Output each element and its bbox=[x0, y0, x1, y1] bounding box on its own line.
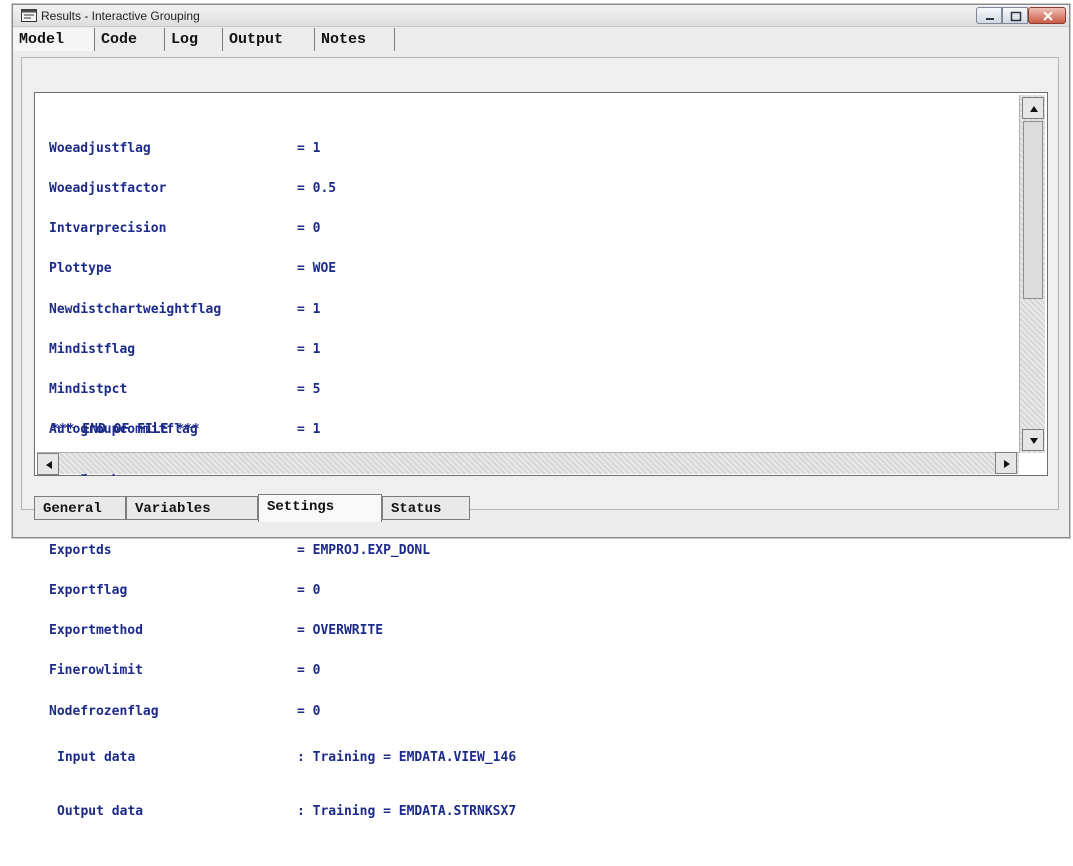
arrow-right-icon bbox=[1004, 460, 1010, 468]
setting-row: Plottype = WOE bbox=[49, 261, 1009, 277]
scroll-left-button[interactable] bbox=[37, 453, 59, 475]
setting-value: = 5 bbox=[297, 382, 321, 398]
scroll-down-button[interactable] bbox=[1022, 429, 1044, 451]
setting-key: Exportmethod bbox=[49, 623, 143, 639]
arrow-up-icon bbox=[1030, 106, 1038, 112]
setting-value: = WOE bbox=[297, 261, 337, 277]
setting-row: Woeadjustflag = 1 bbox=[49, 140, 1009, 156]
setting-key: Woeadjustflag bbox=[49, 140, 151, 156]
setting-row: Newdistchartweightflag = 1 bbox=[49, 301, 1009, 317]
io-value: : Training = EMDATA.STRNKSX7 bbox=[297, 803, 517, 819]
settings-output-area[interactable]: Woeadjustflag = 1 Woeadjustfactor = 0.5 In… bbox=[34, 92, 1048, 818]
tab-log[interactable]: Log bbox=[165, 28, 223, 51]
setting-key: Mindistflag bbox=[49, 341, 136, 357]
tab-code[interactable]: Code bbox=[95, 28, 165, 51]
setting-value: = 1 bbox=[297, 301, 321, 317]
setting-value: = 0 bbox=[297, 703, 321, 719]
setting-key: Exportds bbox=[49, 542, 112, 558]
minimize-icon bbox=[986, 18, 994, 20]
setting-key: Plottype bbox=[49, 261, 112, 277]
close-button[interactable] bbox=[1028, 7, 1066, 24]
setting-row: Mindistflag = 1 bbox=[49, 341, 1009, 357]
setting-row: Exportmethod = OVERWRITE bbox=[49, 623, 1009, 639]
end-of-file-marker: *** END OF FILE *** bbox=[51, 422, 200, 437]
tab-settings[interactable]: Settings bbox=[258, 494, 382, 522]
tab-variables[interactable]: Variables bbox=[126, 496, 258, 520]
horizontal-scrollbar[interactable] bbox=[37, 452, 1019, 475]
arrow-down-icon bbox=[1030, 438, 1038, 444]
setting-value: = 1 bbox=[297, 422, 321, 438]
setting-value: = 0 bbox=[297, 583, 321, 599]
io-value: : Training = EMDATA.VIEW_146 bbox=[297, 749, 517, 765]
io-key: Output data bbox=[57, 803, 144, 819]
close-icon bbox=[1043, 11, 1053, 21]
tab-notes[interactable]: Notes bbox=[315, 28, 395, 51]
setting-key: Mindistpct bbox=[49, 382, 128, 398]
setting-key: Woeadjustfactor bbox=[49, 181, 167, 197]
arrow-left-icon bbox=[46, 461, 52, 469]
title-bar[interactable]: Results - Interactive Grouping bbox=[13, 5, 1069, 27]
setting-value: = 0 bbox=[297, 221, 321, 237]
setting-row: Exportds = EMPROJ.EXP_DONL bbox=[49, 542, 1009, 558]
tab-model[interactable]: Model bbox=[13, 28, 95, 51]
app-icon bbox=[21, 9, 37, 22]
setting-value: = 1 bbox=[297, 341, 321, 357]
setting-value: = 1 bbox=[297, 140, 321, 156]
setting-row: Finerowlimit = 0 bbox=[49, 663, 1009, 679]
scroll-up-button[interactable] bbox=[1022, 97, 1044, 119]
tab-status[interactable]: Status bbox=[382, 496, 470, 520]
setting-key: Exportflag bbox=[49, 583, 128, 599]
io-row: Input data : Training = EMDATA.VIEW_146 bbox=[49, 745, 1009, 772]
setting-value: = EMPROJ.EXP_DONL bbox=[297, 542, 431, 558]
setting-key: Intvarprecision bbox=[49, 221, 167, 237]
vertical-scrollbar[interactable] bbox=[1019, 95, 1045, 453]
tab-general[interactable]: General bbox=[34, 496, 126, 520]
window-title: Results - Interactive Grouping bbox=[41, 9, 200, 23]
setting-row: Intvarprecision = 0 bbox=[49, 221, 1009, 237]
setting-value: = 0.5 bbox=[297, 181, 337, 197]
setting-row: Nodefrozenflag = 0 bbox=[49, 703, 1009, 719]
setting-value: = OVERWRITE bbox=[297, 623, 384, 639]
scroll-right-button[interactable] bbox=[995, 452, 1017, 474]
setting-value: = 0 bbox=[297, 663, 321, 679]
setting-key: Newdistchartweightflag bbox=[49, 301, 222, 317]
maximize-icon bbox=[1010, 11, 1022, 22]
io-row: Output data : Training = EMDATA.STRNKSX7 bbox=[49, 799, 1009, 826]
io-key: Input data bbox=[57, 749, 136, 765]
tab-output[interactable]: Output bbox=[223, 28, 315, 51]
settings-listing: Woeadjustflag = 1 Woeadjustfactor = 0.5 In… bbox=[49, 115, 1009, 818]
setting-row: Woeadjustfactor = 0.5 bbox=[49, 181, 1009, 197]
setting-row: Exportflag = 0 bbox=[49, 583, 1009, 599]
setting-row: Mindistpct = 5 bbox=[49, 382, 1009, 398]
vertical-scroll-thumb[interactable] bbox=[1023, 121, 1043, 299]
minimize-button[interactable] bbox=[976, 7, 1002, 24]
setting-key: Finerowlimit bbox=[49, 663, 143, 679]
maximize-button[interactable] bbox=[1002, 7, 1028, 24]
setting-key: Nodefrozenflag bbox=[49, 703, 159, 719]
